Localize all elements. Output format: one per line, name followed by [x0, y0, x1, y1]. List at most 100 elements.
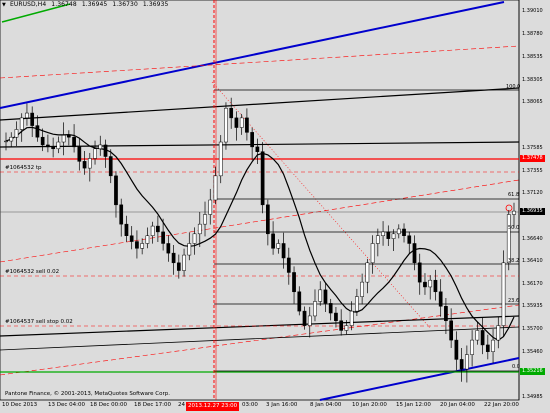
candle-body [423, 281, 427, 288]
fibo-label-236: 23.6 [508, 298, 520, 304]
date-highlight: 2013.12.27 23:00 [186, 402, 240, 411]
candle-body [286, 257, 291, 273]
candle-body [87, 158, 92, 169]
copyright-text: Pantone Finance, © 2001-2013, MetaQuotes… [5, 391, 171, 397]
header-high: 1.36945 [81, 1, 108, 8]
fibo-label-382: 38.2 [508, 258, 520, 264]
date-tick: 18 Dec 17:00 [134, 402, 171, 408]
price-tick: 1.37355 [522, 168, 543, 174]
candle-body [297, 291, 302, 312]
candle-body [93, 148, 97, 159]
fibo-label-50: 50.0 [508, 225, 520, 231]
chart-area [0, 0, 520, 401]
candle-body [4, 140, 8, 143]
candle-body [470, 339, 474, 355]
date-tick: 22 Jan 20:00 [484, 402, 519, 408]
candle-body [496, 325, 501, 341]
candle-body [355, 296, 359, 312]
price-tick: 1.37120 [522, 190, 543, 196]
price-tick: 1.38305 [522, 77, 543, 83]
candle-body [25, 112, 29, 119]
candle-body [370, 243, 375, 264]
candle-body [14, 129, 19, 138]
candle-body [266, 204, 270, 235]
candle-body [234, 117, 239, 128]
candle-body [323, 289, 328, 304]
candle-body [108, 156, 113, 177]
candle-body [192, 233, 197, 244]
candle-body [428, 279, 433, 288]
candle-body [412, 243, 417, 264]
fibo-label-0: 0.0 [512, 364, 520, 370]
date-tick: 10 Dec 2013 [2, 402, 38, 408]
green-level-marker: 1.35216 [520, 368, 545, 375]
candle-body [449, 320, 454, 341]
price-tick: 1.38535 [522, 54, 543, 60]
candle-body [360, 281, 364, 297]
order-sell-label: #1064532 sell 0.02 [5, 269, 60, 275]
candle-body [381, 231, 385, 236]
price-chart[interactable] [0, 0, 550, 413]
price-tick: 1.39010 [522, 8, 543, 14]
candle-body [344, 325, 349, 331]
date-tick: 18 Dec 00:00 [90, 402, 127, 408]
candle-body [396, 228, 401, 235]
candle-body [51, 146, 55, 150]
candle-body [66, 135, 71, 138]
candle-body [203, 214, 207, 225]
candle-body [349, 310, 354, 326]
candle-body [491, 339, 495, 352]
date-tick: 20 Jan 04:00 [440, 402, 475, 408]
mt4-chart-window[interactable]: ▼ EURUSD,H4 1.36748 1.36945 1.36730 1.36… [0, 0, 550, 413]
price-tick: 1.35700 [522, 326, 543, 332]
date-tick: 13 Dec 04:00 [48, 402, 85, 408]
date-tick: 15 Jan 12:00 [396, 402, 431, 408]
price-tick: 1.35935 [522, 303, 543, 309]
price-tick: 1.36640 [522, 236, 543, 242]
candle-body [444, 306, 448, 322]
candle-body [19, 117, 24, 130]
candle-body [171, 252, 176, 264]
price-tick: 1.36170 [522, 281, 543, 287]
candle-body [119, 204, 124, 225]
dropdown-triangle-icon[interactable]: ▼ [2, 2, 6, 8]
candle-body [77, 146, 82, 162]
price-tick: 1.38065 [522, 99, 543, 105]
header-close: 1.36935 [142, 1, 169, 8]
candle-body [465, 354, 469, 370]
candle-body [386, 231, 391, 239]
candle-body [302, 310, 307, 326]
candle-body [218, 141, 223, 177]
order-tp-label: #1064532 tp [5, 165, 42, 171]
candle-body [402, 228, 406, 236]
header-open: 1.36748 [51, 1, 77, 8]
candle-body [176, 262, 181, 271]
candle-body [140, 243, 145, 249]
current-price-marker: 1.36935 [520, 208, 545, 215]
candle-body [506, 214, 511, 264]
candle-body [114, 175, 118, 206]
candle-body [281, 243, 286, 259]
candle-body [156, 225, 160, 233]
candle-body [239, 117, 244, 128]
candle-body [35, 125, 40, 138]
candle-body [187, 243, 192, 256]
candle-body [72, 136, 76, 148]
candle-body [145, 235, 150, 244]
candle-body [334, 312, 338, 322]
candle-body [391, 233, 396, 239]
date-tick: 24 [178, 402, 185, 408]
candle-body [61, 135, 66, 143]
date-tick: 8 Jan 04:00 [310, 402, 342, 408]
candle-body [129, 235, 134, 242]
candle-body [292, 272, 296, 293]
candle-body [197, 223, 202, 235]
candle-body [46, 144, 50, 148]
candle-body [307, 315, 312, 326]
candle-body [339, 320, 344, 331]
candle-body [208, 199, 213, 215]
date-tick: 10 Jan 20:00 [352, 402, 387, 408]
candle-body [161, 231, 165, 244]
candle-body [318, 289, 323, 302]
candle-body [135, 241, 139, 249]
